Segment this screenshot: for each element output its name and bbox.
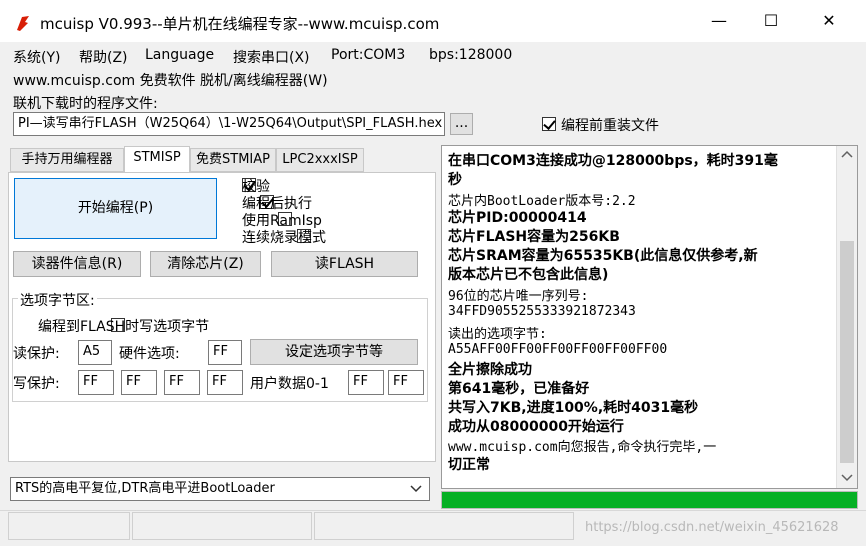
log-line: 成功从08000000开始运行 xyxy=(448,419,624,435)
status-pane-0 xyxy=(8,512,130,540)
user-data-label: 用户数据0-1 xyxy=(250,376,329,392)
minimize-button[interactable]: — xyxy=(690,0,748,42)
start-program-button[interactable]: 开始编程(P) xyxy=(14,178,217,239)
file-path-field[interactable]: PI—读写串行FLASH（W25Q64）\1-W25Q64\Output\SPI… xyxy=(13,112,445,136)
read-protect-label: 读保护: xyxy=(13,346,60,362)
maximize-button[interactable]: ☐ xyxy=(742,0,800,42)
reload-label: 编程前重装文件 xyxy=(561,118,659,134)
close-button[interactable]: ✕ xyxy=(800,0,858,42)
bootloader-select-value: RTS的高电平复位,DTR高电平进BootLoader xyxy=(15,481,275,496)
log-line: 共写入7KB,进度100%,耗时4031毫秒 xyxy=(448,400,699,416)
log-line: 芯片PID:00000414 xyxy=(448,210,587,226)
log-line: 芯片SRAM容量为65535KB(此信息仅供参考,新 xyxy=(448,248,758,264)
app-logo-icon xyxy=(17,16,29,31)
write-option-bytes-label: 编程到FLASH时写选项字节 xyxy=(38,319,210,335)
user-data-field-0[interactable]: FF xyxy=(348,370,384,395)
tab-handheld[interactable]: 手持万用编程器 xyxy=(10,148,124,172)
file-label: 联机下载时的程序文件: xyxy=(13,96,158,112)
browse-button[interactable]: ... xyxy=(450,113,473,135)
continuous-burn-label: 连续烧录模式 xyxy=(242,230,326,246)
tab-stmisp[interactable]: STMISP xyxy=(124,146,190,172)
read-info-button[interactable]: 读器件信息(R) xyxy=(13,251,141,277)
log-scrollbar[interactable] xyxy=(836,146,857,488)
log-line: A55AFF00FF00FF00FF00FF00FF00 xyxy=(448,342,668,357)
status-pane-1 xyxy=(132,512,312,540)
menu-bps[interactable]: bps:128000 xyxy=(429,47,512,63)
write-protect-field-3[interactable]: FF xyxy=(207,370,243,395)
window-title: mcuisp V0.993--单片机在线编程专家--www.mcuisp.com xyxy=(40,15,440,33)
log-line: 芯片FLASH容量为256KB xyxy=(448,229,620,245)
chevron-down-icon[interactable] xyxy=(410,484,422,494)
menu-language[interactable]: Language xyxy=(145,47,214,63)
log-line: 读出的选项字节: xyxy=(448,327,547,342)
menu-search-port[interactable]: 搜索串口(X) xyxy=(233,47,310,67)
write-protect-label: 写保护: xyxy=(13,376,60,392)
write-protect-field-0[interactable]: FF xyxy=(78,370,114,395)
bootloader-select[interactable]: RTS的高电平复位,DTR高电平进BootLoader xyxy=(10,477,430,501)
log-line: 版本芯片已不包含此信息) xyxy=(448,267,609,283)
log-line: 96位的芯片唯一序列号: xyxy=(448,289,589,304)
tab-stmiap[interactable]: 免费STMIAP xyxy=(190,148,276,172)
scroll-up-icon[interactable] xyxy=(837,146,857,164)
write-protect-field-1[interactable]: FF xyxy=(121,370,157,395)
menu-help[interactable]: 帮助(Z) xyxy=(79,47,128,67)
option-bytes-title: 选项字节区: xyxy=(18,290,97,310)
status-pane-2 xyxy=(314,512,574,540)
reload-checkbox[interactable] xyxy=(542,117,556,131)
progress-fill xyxy=(442,492,857,508)
menu-port[interactable]: Port:COM3 xyxy=(331,47,405,63)
log-line: 在串口COM3连接成功@128000bps，耗时391毫 xyxy=(448,153,778,169)
log-line: 34FFD9055255333921872343 xyxy=(448,304,636,319)
write-protect-field-2[interactable]: FF xyxy=(164,370,200,395)
log-line: 全片擦除成功 xyxy=(448,362,532,378)
menu-offline-programmer[interactable]: www.mcuisp.com 免费软件 脱机/离线编程器(W) xyxy=(13,70,328,90)
log-line: www.mcuisp.com向您报告,命令执行完毕,一 xyxy=(448,440,717,455)
hw-option-label: 硬件选项: xyxy=(119,346,180,362)
watermark-text: https://blog.csdn.net/weixin_45621628 xyxy=(585,520,839,535)
menu-system[interactable]: 系统(Y) xyxy=(13,47,60,67)
erase-chip-button[interactable]: 清除芯片(Z) xyxy=(150,251,261,277)
read-flash-button[interactable]: 读FLASH xyxy=(271,251,418,277)
log-output[interactable]: 在串口COM3连接成功@128000bps，耗时391毫 秒 芯片内BootLo… xyxy=(441,145,858,489)
user-data-field-1[interactable]: FF xyxy=(388,370,424,395)
tab-lpc2xxxisp[interactable]: LPC2xxxISP xyxy=(276,148,364,172)
scroll-down-icon[interactable] xyxy=(837,468,857,486)
log-line: 第641毫秒，已准备好 xyxy=(448,381,590,397)
hw-option-field[interactable]: FF xyxy=(208,340,242,365)
scroll-thumb[interactable] xyxy=(840,241,854,463)
progress-bar xyxy=(441,491,858,509)
set-option-bytes-button[interactable]: 设定选项字节等 xyxy=(250,339,418,365)
log-line: 秒 xyxy=(448,172,462,188)
read-protect-field[interactable]: A5 xyxy=(78,340,112,365)
log-line: 切正常 xyxy=(448,457,490,473)
